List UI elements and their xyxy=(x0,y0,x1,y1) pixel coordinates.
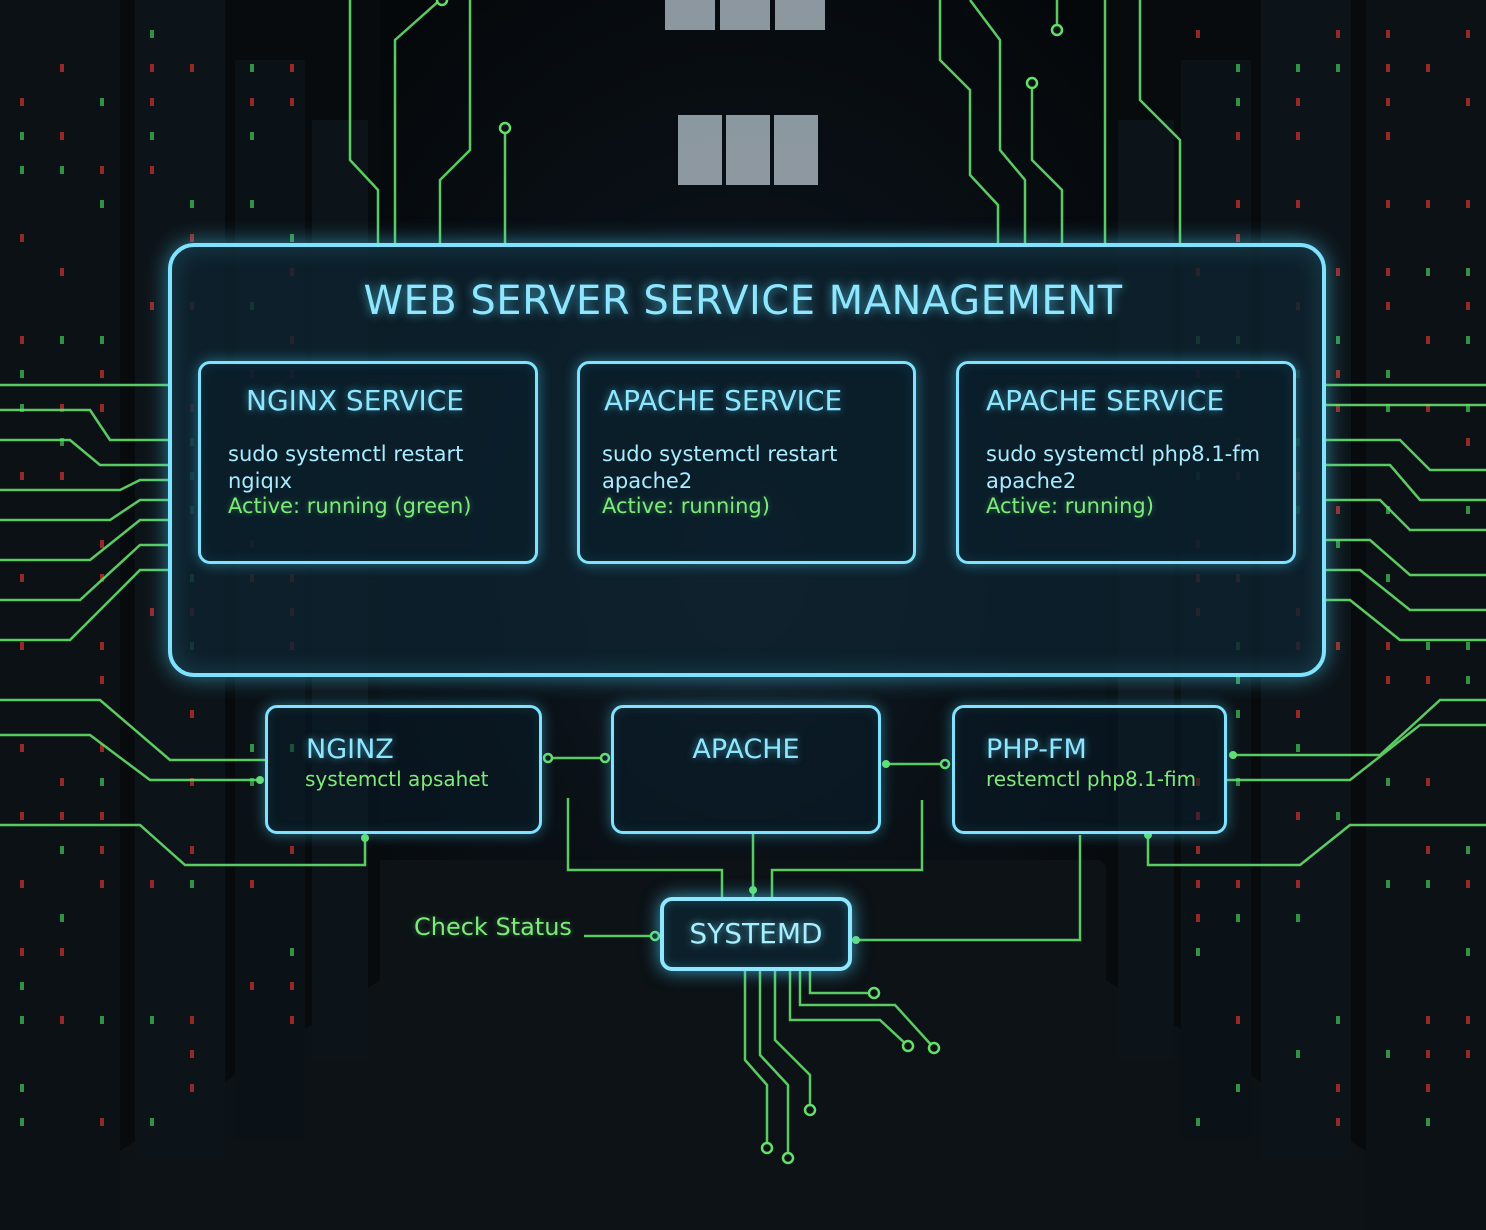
page-title: WEB SERVER SERVICE MANAGEMENT xyxy=(363,278,1123,324)
wire-left-2 xyxy=(0,408,170,442)
wire-terminal xyxy=(939,758,951,770)
service-command: sudo systemctl php8.1-fm xyxy=(986,442,1261,466)
wire-left-8 xyxy=(0,568,170,642)
node-title: APACHE xyxy=(692,734,800,765)
wire-terminal xyxy=(781,1151,795,1165)
wire-left-3 xyxy=(0,438,170,467)
wire-left-7 xyxy=(0,543,170,602)
wire-php-to-systemd xyxy=(852,835,1082,942)
service-card-title: APACHE SERVICE xyxy=(604,384,843,417)
wire-bottom-4 xyxy=(788,971,909,1047)
wire-left-5 xyxy=(0,498,170,522)
wire-left-4 xyxy=(0,478,170,492)
wire-top-right-6 xyxy=(1138,0,1182,245)
service-command: sudo systemctl restart xyxy=(602,442,838,466)
wire-terminal xyxy=(435,0,449,7)
service-card-title: APACHE SERVICE xyxy=(986,384,1225,417)
wire-terminal xyxy=(649,930,661,942)
wire-right-5 xyxy=(1325,498,1486,532)
wire-terminal xyxy=(867,986,881,1000)
wire-junction xyxy=(852,936,860,944)
node-apache[interactable] xyxy=(611,705,881,834)
wire-top-left-2 xyxy=(393,0,441,245)
wire-junction xyxy=(749,886,757,894)
wire-junction xyxy=(256,776,264,784)
wire-terminal xyxy=(927,1041,941,1055)
service-status: Active: running (green) xyxy=(228,494,472,518)
node-title: NGINZ xyxy=(306,734,394,765)
wire-top-right-1 xyxy=(938,0,1000,245)
diagram-canvas: WEB SERVER SERVICE MANAGEMENT NGINX SERV… xyxy=(0,0,1486,1230)
wire-terminal xyxy=(542,752,554,764)
service-command-continued: ngiqıx xyxy=(228,469,293,493)
wire-terminal xyxy=(599,752,611,764)
node-title: PHP-FM xyxy=(986,734,1087,765)
wire-terminal xyxy=(498,121,512,135)
node-command: systemctl apsahet xyxy=(305,767,489,791)
wire-junction xyxy=(361,834,369,842)
systemd-node[interactable]: SYSTEMD xyxy=(660,897,852,971)
wire-top-left-3 xyxy=(438,0,472,245)
wire-junction xyxy=(1229,751,1237,759)
service-command-continued: apache2 xyxy=(602,469,693,493)
wire-php-1 xyxy=(1233,698,1486,757)
wire-php-2 xyxy=(1226,723,1486,782)
wire-terminal xyxy=(1050,23,1064,37)
wire-terminal xyxy=(1025,76,1039,90)
wire-bottom-3 xyxy=(773,971,812,1110)
wire-terminal xyxy=(803,1103,817,1117)
wire-left-6 xyxy=(0,518,170,562)
service-status: Active: running) xyxy=(602,494,770,518)
service-status: Active: running) xyxy=(986,494,1154,518)
wire-bottom-5 xyxy=(798,971,935,1049)
service-card-title: NGINX SERVICE xyxy=(246,384,464,417)
service-command-continued: apache2 xyxy=(986,469,1077,493)
wire-bottom-6 xyxy=(808,971,874,995)
node-command: restemctl php8.1-fim xyxy=(986,767,1197,791)
wire-terminal xyxy=(760,1141,774,1155)
wire-terminal xyxy=(901,1039,915,1053)
wire-top-right-3 xyxy=(1030,85,1064,245)
service-command: sudo systemctl restart xyxy=(228,442,464,466)
check-status-label[interactable]: Check Status xyxy=(414,913,572,941)
wire-nginz-2 xyxy=(0,733,260,782)
wire-nginz-1 xyxy=(0,698,265,762)
wire-junction xyxy=(882,760,890,768)
wire-top-left-1 xyxy=(348,0,380,245)
